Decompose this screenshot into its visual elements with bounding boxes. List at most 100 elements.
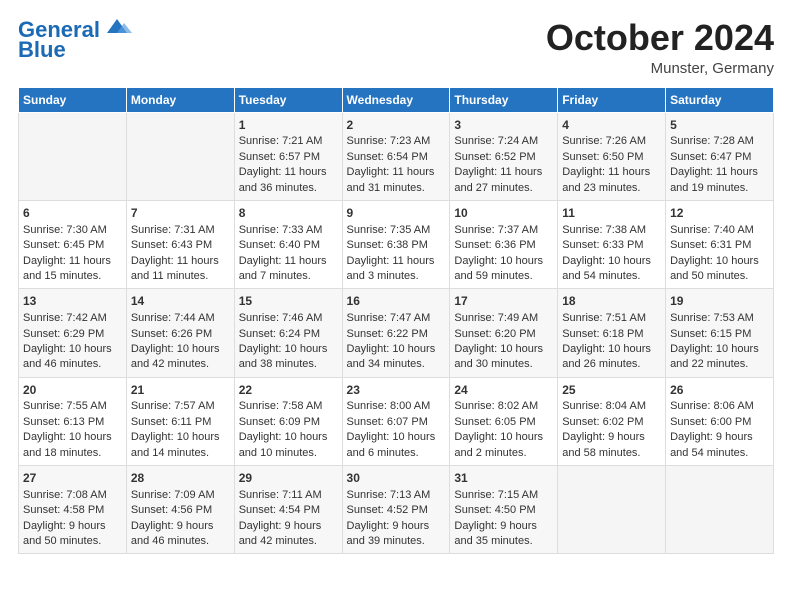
sunrise-text: Sunrise: 7:38 AM <box>562 224 646 236</box>
daylight-text: Daylight: 9 hours and 46 minutes. <box>131 520 214 547</box>
sunrise-text: Sunrise: 7:49 AM <box>454 312 538 324</box>
calendar-cell <box>558 466 666 554</box>
daylight-text: Daylight: 9 hours and 39 minutes. <box>347 520 430 547</box>
day-number: 19 <box>670 293 769 310</box>
sunrise-text: Sunrise: 7:13 AM <box>347 489 431 501</box>
day-number: 1 <box>239 117 338 134</box>
day-number: 31 <box>454 470 553 487</box>
sunset-text: Sunset: 6:07 PM <box>347 416 428 428</box>
sunrise-text: Sunrise: 8:04 AM <box>562 400 646 412</box>
sunrise-text: Sunrise: 7:30 AM <box>23 224 107 236</box>
day-number: 7 <box>131 205 230 222</box>
daylight-text: Daylight: 9 hours and 50 minutes. <box>23 520 106 547</box>
daylight-text: Daylight: 10 hours and 26 minutes. <box>562 343 651 370</box>
daylight-text: Daylight: 10 hours and 18 minutes. <box>23 431 112 458</box>
sunset-text: Sunset: 6:05 PM <box>454 416 535 428</box>
sunset-text: Sunset: 6:22 PM <box>347 328 428 340</box>
day-number: 17 <box>454 293 553 310</box>
calendar-cell: 30Sunrise: 7:13 AMSunset: 4:52 PMDayligh… <box>342 466 450 554</box>
sunrise-text: Sunrise: 7:08 AM <box>23 489 107 501</box>
daylight-text: Daylight: 9 hours and 35 minutes. <box>454 520 537 547</box>
sunrise-text: Sunrise: 7:44 AM <box>131 312 215 324</box>
sunrise-text: Sunrise: 7:47 AM <box>347 312 431 324</box>
sunrise-text: Sunrise: 7:37 AM <box>454 224 538 236</box>
sunset-text: Sunset: 6:15 PM <box>670 328 751 340</box>
day-number: 30 <box>347 470 446 487</box>
calendar-cell: 10Sunrise: 7:37 AMSunset: 6:36 PMDayligh… <box>450 200 558 288</box>
calendar-cell: 29Sunrise: 7:11 AMSunset: 4:54 PMDayligh… <box>234 466 342 554</box>
calendar-cell: 19Sunrise: 7:53 AMSunset: 6:15 PMDayligh… <box>666 289 774 377</box>
sunrise-text: Sunrise: 7:31 AM <box>131 224 215 236</box>
sunset-text: Sunset: 6:33 PM <box>562 239 643 251</box>
sunset-text: Sunset: 6:09 PM <box>239 416 320 428</box>
sunset-text: Sunset: 6:47 PM <box>670 151 751 163</box>
col-friday: Friday <box>558 87 666 112</box>
calendar-cell <box>666 466 774 554</box>
col-saturday: Saturday <box>666 87 774 112</box>
calendar-week-row: 1Sunrise: 7:21 AMSunset: 6:57 PMDaylight… <box>19 112 774 200</box>
sunset-text: Sunset: 6:31 PM <box>670 239 751 251</box>
title-block: October 2024 Munster, Germany <box>546 18 774 77</box>
day-number: 4 <box>562 117 661 134</box>
logo: General Blue <box>18 18 132 62</box>
day-number: 3 <box>454 117 553 134</box>
header-row: Sunday Monday Tuesday Wednesday Thursday… <box>19 87 774 112</box>
day-number: 8 <box>239 205 338 222</box>
calendar-cell: 9Sunrise: 7:35 AMSunset: 6:38 PMDaylight… <box>342 200 450 288</box>
daylight-text: Daylight: 11 hours and 19 minutes. <box>670 166 758 193</box>
sunset-text: Sunset: 6:24 PM <box>239 328 320 340</box>
daylight-text: Daylight: 11 hours and 15 minutes. <box>23 255 111 282</box>
calendar-week-row: 6Sunrise: 7:30 AMSunset: 6:45 PMDaylight… <box>19 200 774 288</box>
day-number: 6 <box>23 205 122 222</box>
sunset-text: Sunset: 6:20 PM <box>454 328 535 340</box>
calendar-week-row: 13Sunrise: 7:42 AMSunset: 6:29 PMDayligh… <box>19 289 774 377</box>
sunrise-text: Sunrise: 7:11 AM <box>239 489 322 501</box>
calendar-cell: 3Sunrise: 7:24 AMSunset: 6:52 PMDaylight… <box>450 112 558 200</box>
daylight-text: Daylight: 9 hours and 54 minutes. <box>670 431 753 458</box>
sunset-text: Sunset: 4:58 PM <box>23 504 104 516</box>
sunset-text: Sunset: 6:50 PM <box>562 151 643 163</box>
calendar-cell: 27Sunrise: 7:08 AMSunset: 4:58 PMDayligh… <box>19 466 127 554</box>
day-number: 23 <box>347 382 446 399</box>
sunrise-text: Sunrise: 7:58 AM <box>239 400 323 412</box>
day-number: 10 <box>454 205 553 222</box>
day-number: 22 <box>239 382 338 399</box>
calendar-cell: 15Sunrise: 7:46 AMSunset: 6:24 PMDayligh… <box>234 289 342 377</box>
daylight-text: Daylight: 10 hours and 42 minutes. <box>131 343 220 370</box>
calendar-cell: 14Sunrise: 7:44 AMSunset: 6:26 PMDayligh… <box>126 289 234 377</box>
sunrise-text: Sunrise: 7:53 AM <box>670 312 754 324</box>
sunrise-text: Sunrise: 7:51 AM <box>562 312 646 324</box>
header: General Blue October 2024 Munster, Germa… <box>18 18 774 77</box>
calendar-cell: 1Sunrise: 7:21 AMSunset: 6:57 PMDaylight… <box>234 112 342 200</box>
sunrise-text: Sunrise: 7:35 AM <box>347 224 431 236</box>
day-number: 15 <box>239 293 338 310</box>
calendar-cell: 13Sunrise: 7:42 AMSunset: 6:29 PMDayligh… <box>19 289 127 377</box>
day-number: 13 <box>23 293 122 310</box>
day-number: 29 <box>239 470 338 487</box>
calendar-cell: 11Sunrise: 7:38 AMSunset: 6:33 PMDayligh… <box>558 200 666 288</box>
day-number: 5 <box>670 117 769 134</box>
sunrise-text: Sunrise: 7:21 AM <box>239 135 323 147</box>
col-wednesday: Wednesday <box>342 87 450 112</box>
sunrise-text: Sunrise: 7:15 AM <box>454 489 538 501</box>
sunset-text: Sunset: 6:52 PM <box>454 151 535 163</box>
daylight-text: Daylight: 11 hours and 27 minutes. <box>454 166 542 193</box>
daylight-text: Daylight: 11 hours and 3 minutes. <box>347 255 435 282</box>
calendar-cell: 5Sunrise: 7:28 AMSunset: 6:47 PMDaylight… <box>666 112 774 200</box>
daylight-text: Daylight: 10 hours and 38 minutes. <box>239 343 328 370</box>
daylight-text: Daylight: 9 hours and 58 minutes. <box>562 431 645 458</box>
daylight-text: Daylight: 10 hours and 34 minutes. <box>347 343 436 370</box>
calendar-cell: 4Sunrise: 7:26 AMSunset: 6:50 PMDaylight… <box>558 112 666 200</box>
sunset-text: Sunset: 4:50 PM <box>454 504 535 516</box>
daylight-text: Daylight: 11 hours and 36 minutes. <box>239 166 327 193</box>
sunrise-text: Sunrise: 7:23 AM <box>347 135 431 147</box>
calendar-cell <box>126 112 234 200</box>
sunrise-text: Sunrise: 7:42 AM <box>23 312 107 324</box>
daylight-text: Daylight: 11 hours and 23 minutes. <box>562 166 650 193</box>
calendar-table: Sunday Monday Tuesday Wednesday Thursday… <box>18 87 774 555</box>
sunset-text: Sunset: 6:13 PM <box>23 416 104 428</box>
calendar-cell: 26Sunrise: 8:06 AMSunset: 6:00 PMDayligh… <box>666 377 774 465</box>
sunset-text: Sunset: 6:54 PM <box>347 151 428 163</box>
daylight-text: Daylight: 10 hours and 59 minutes. <box>454 255 543 282</box>
day-number: 25 <box>562 382 661 399</box>
